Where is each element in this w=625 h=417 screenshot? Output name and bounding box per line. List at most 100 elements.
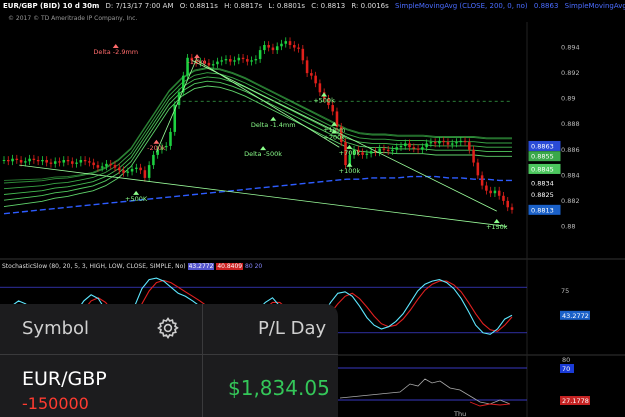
- candle: [6, 160, 10, 162]
- candle: [130, 168, 134, 172]
- candle: [53, 161, 57, 164]
- candle: [75, 162, 78, 164]
- candle: [280, 43, 283, 47]
- column-divider: [202, 304, 203, 417]
- candle: [135, 167, 138, 169]
- candle: [485, 185, 488, 191]
- candle: [246, 59, 249, 62]
- candle: [391, 149, 394, 152]
- candle: [143, 170, 147, 178]
- lower-badge-label: 70: [562, 365, 570, 373]
- trade-arrow-icon: [321, 92, 328, 97]
- candle: [416, 148, 420, 150]
- trade-arrow-icon: [133, 190, 140, 195]
- candle: [241, 57, 245, 60]
- candle: [126, 171, 130, 173]
- candle: [301, 48, 305, 61]
- candle: [237, 57, 241, 61]
- candle: [463, 140, 467, 143]
- lower-badge-label: 27.1778: [562, 397, 589, 405]
- candle: [493, 190, 497, 194]
- candle: [36, 160, 40, 162]
- candle: [109, 163, 112, 166]
- lower-tick: 80: [562, 356, 570, 364]
- ma-ribbon-line: [3, 80, 512, 201]
- candle: [92, 162, 95, 166]
- candle: [11, 158, 14, 162]
- candle: [267, 45, 270, 48]
- y-tick-label: 0.882: [561, 197, 580, 205]
- candle: [442, 140, 445, 143]
- candle: [15, 158, 19, 160]
- candle: [32, 158, 36, 160]
- candle: [369, 151, 373, 154]
- candle: [28, 158, 31, 162]
- candle: [386, 149, 390, 152]
- candle: [250, 60, 253, 62]
- candle: [429, 142, 433, 144]
- symbol-column-header[interactable]: Symbol: [22, 318, 89, 339]
- candle: [365, 153, 369, 155]
- stochastic-title[interactable]: StochasticSlow (80, 20, 5, 3, HIGH, LOW,…: [2, 263, 186, 270]
- candle: [62, 160, 66, 163]
- candle: [455, 142, 458, 144]
- candle: [100, 166, 104, 168]
- trade-arrow-icon: [493, 219, 500, 223]
- candle: [510, 207, 514, 210]
- candle: [66, 160, 70, 162]
- y-tick-label: 0.892: [561, 69, 580, 77]
- candle: [147, 165, 151, 178]
- candle: [122, 170, 125, 173]
- trade-arrow-icon: [346, 144, 353, 149]
- candle: [271, 47, 275, 51]
- candle: [425, 143, 428, 148]
- y-tick-label: 0.884: [561, 171, 580, 179]
- candle: [480, 175, 484, 186]
- candle: [58, 161, 61, 163]
- candle: [404, 143, 407, 146]
- gear-icon[interactable]: [156, 316, 180, 340]
- y-tick-label: 0.89: [561, 95, 575, 103]
- candle: [224, 59, 228, 61]
- candle: [438, 140, 441, 144]
- price-badge-label: 0.8845: [531, 165, 554, 173]
- chart-annotation: +100k: [339, 167, 361, 175]
- trade-arrow-icon: [260, 146, 267, 151]
- candle: [152, 154, 155, 166]
- price-badge-label: 0.8834: [531, 180, 554, 188]
- candle: [459, 140, 463, 143]
- candle: [497, 190, 501, 196]
- stochastic-oversold: 20: [254, 263, 263, 270]
- candle: [41, 160, 44, 162]
- pl-day-column-header[interactable]: P/L Day: [258, 318, 326, 339]
- candle: [177, 92, 181, 106]
- candle: [468, 142, 471, 150]
- chart-annotation: +500K: [125, 195, 148, 203]
- position-quantity: -150000: [22, 394, 89, 413]
- trade-arrow-icon: [194, 54, 201, 59]
- candle: [275, 46, 279, 51]
- candle: [139, 167, 142, 171]
- stochastic-d-value: 40.8409: [216, 263, 244, 270]
- candle: [263, 45, 266, 51]
- stochastic-overbought: 80: [245, 263, 253, 270]
- trade-arrow-icon: [153, 139, 160, 144]
- chart-annotation: Delta -500k: [244, 150, 282, 158]
- candle: [169, 131, 172, 146]
- chart-annotation: Delta -1.4mm: [251, 121, 296, 129]
- position-symbol[interactable]: EUR/GBP: [22, 368, 107, 390]
- chart-annotation: +200k: [323, 134, 345, 142]
- candle: [216, 61, 219, 65]
- candle: [293, 45, 296, 48]
- candle: [506, 200, 510, 208]
- candle: [433, 142, 437, 144]
- candle: [83, 160, 87, 162]
- candle: [233, 60, 236, 62]
- candle: [24, 161, 27, 163]
- candle: [79, 160, 83, 163]
- candle: [71, 161, 74, 164]
- candle: [412, 147, 416, 149]
- chart-annotation: Delta -2.9mm: [93, 48, 138, 56]
- trend-line: [19, 164, 507, 227]
- candle: [331, 105, 334, 112]
